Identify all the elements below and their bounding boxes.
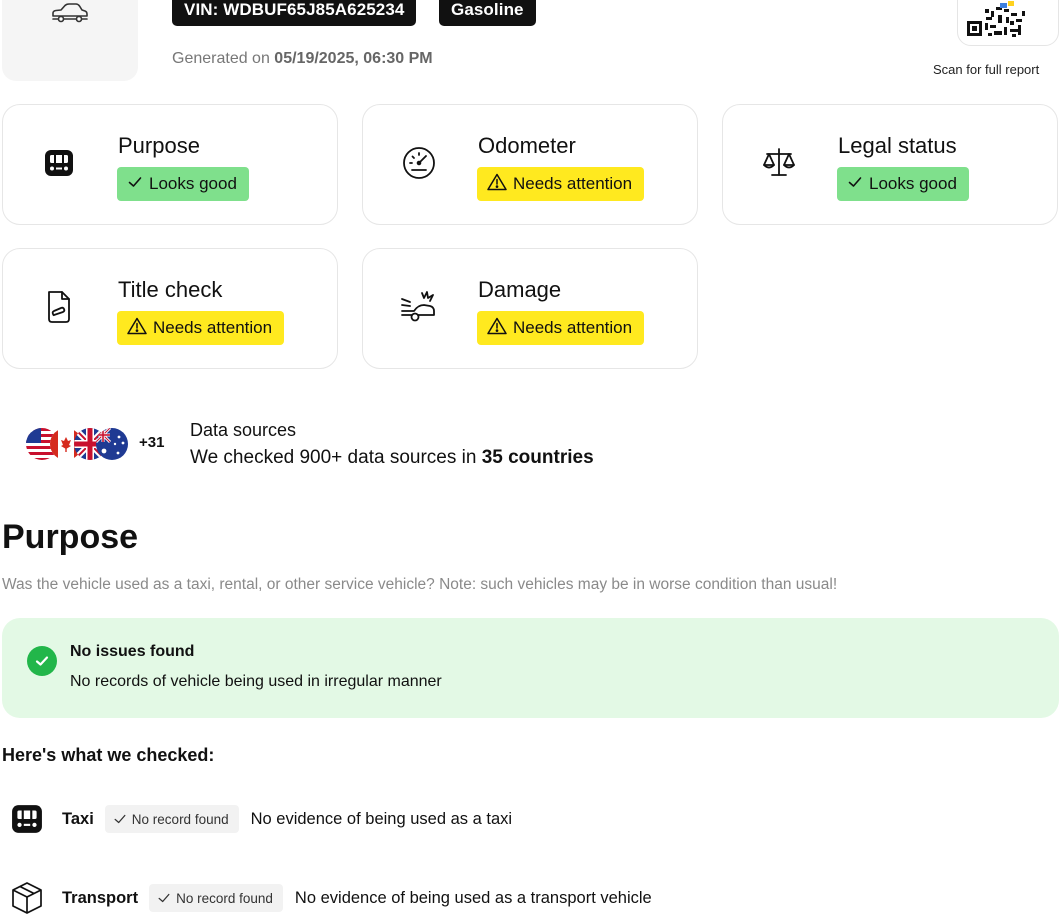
check-row-taxi: Taxi No record found No evidence of bein…	[8, 799, 512, 839]
status-badge: Needs attention	[477, 311, 645, 345]
card-title: Legal status	[838, 133, 957, 158]
checked-heading: Here's what we checked:	[2, 745, 215, 765]
vehicle-thumbnail	[2, 0, 138, 81]
warning-icon	[127, 317, 147, 340]
status-badge: Looks good	[837, 167, 969, 201]
check-row-transport: Transport No record found No evidence of…	[8, 878, 652, 918]
check-icon	[158, 893, 170, 903]
section-title: Purpose	[2, 518, 139, 556]
success-check-icon	[27, 646, 57, 676]
card-title-check[interactable]: Title check Needs attention	[2, 248, 338, 369]
check-icon	[127, 174, 143, 195]
taxi-icon	[39, 143, 79, 183]
document-icon	[39, 287, 79, 327]
scan-caption: Scan for full report	[933, 62, 1040, 77]
qr-code[interactable]	[957, 0, 1059, 46]
car-icon	[52, 3, 88, 23]
generated-timestamp: Generated on 05/19/2025, 06:30 PM	[172, 50, 433, 67]
warning-icon	[487, 173, 507, 196]
record-tag: No record found	[149, 884, 283, 912]
country-flags	[26, 428, 128, 460]
card-odometer[interactable]: Odometer Needs attention	[362, 104, 698, 225]
status-badge: Needs attention	[117, 311, 285, 345]
taxi-icon	[8, 800, 46, 838]
card-purpose[interactable]: Purpose Looks good	[2, 104, 338, 225]
data-sources-title: Data sources	[190, 420, 297, 440]
result-text: No records of vehicle being used in irre…	[70, 673, 442, 690]
scales-icon	[759, 143, 799, 183]
card-legal-status[interactable]: Legal status Looks good	[722, 104, 1058, 225]
check-label: Taxi	[62, 809, 94, 828]
card-title: Title check	[118, 277, 223, 302]
crash-icon	[399, 287, 439, 327]
result-title: No issues found	[70, 643, 195, 660]
warning-icon	[487, 317, 507, 340]
speedometer-icon	[399, 143, 439, 183]
vin-chip: VIN: WDBUF65J85A625234	[172, 0, 417, 26]
check-icon	[847, 174, 863, 195]
check-label: Transport	[62, 888, 139, 907]
check-description: No evidence of being used as a transport…	[294, 888, 652, 907]
status-badge: Looks good	[117, 167, 249, 201]
section-description: Was the vehicle used as a taxi, rental, …	[2, 576, 838, 593]
check-icon	[114, 814, 126, 824]
au-flag-icon	[96, 428, 128, 460]
data-sources-text: We checked 900+ data sources in 35 count…	[190, 447, 594, 468]
check-description: No evidence of being used as a taxi	[250, 809, 513, 828]
fuel-chip: Gasoline	[439, 0, 536, 26]
card-damage[interactable]: Damage Needs attention	[362, 248, 698, 369]
result-banner: No issues found No records of vehicle be…	[2, 618, 1059, 718]
status-badge: Needs attention	[477, 167, 645, 201]
more-countries-count: +31	[139, 434, 165, 451]
card-title: Damage	[478, 277, 562, 302]
record-tag: No record found	[104, 805, 239, 833]
card-title: Odometer	[478, 133, 576, 158]
qr-code-icon	[966, 0, 1026, 39]
card-title: Purpose	[118, 133, 200, 158]
box-icon	[8, 879, 46, 917]
